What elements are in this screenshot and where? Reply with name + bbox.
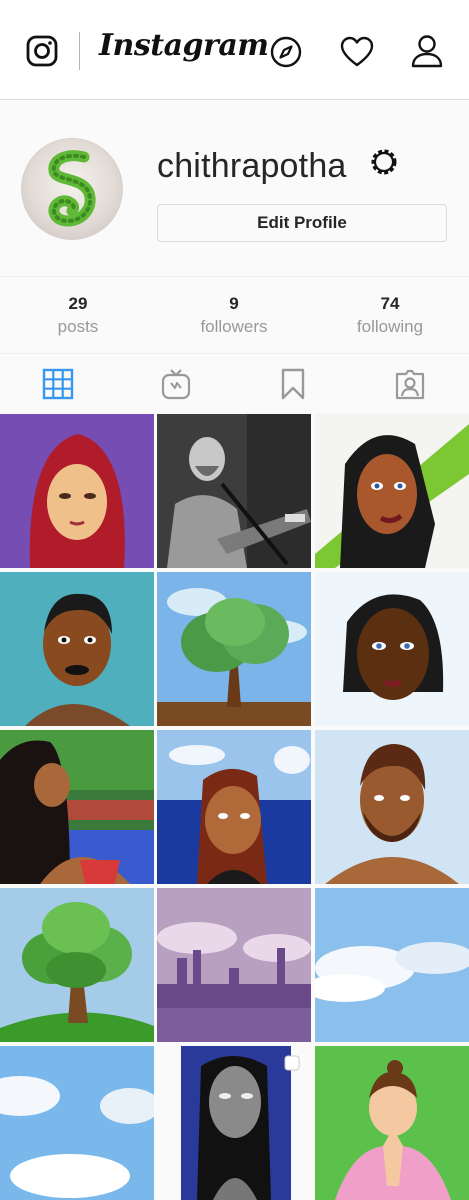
header-divider [79, 32, 80, 70]
stat-posts-count: 29 [68, 294, 88, 313]
post-thumbnail[interactable] [315, 414, 469, 568]
post-thumbnail[interactable] [315, 1046, 469, 1200]
post-image-woman-sea [157, 730, 311, 884]
profile-username: chithrapotha [157, 147, 347, 185]
instagram-logo[interactable]: Instagram [99, 28, 269, 63]
post-thumbnail[interactable] [157, 730, 311, 884]
grid-icon[interactable] [42, 368, 74, 400]
post-thumbnail[interactable] [0, 414, 154, 568]
post-thumbnail[interactable] [157, 888, 311, 1042]
saved-bookmark-icon[interactable] [277, 368, 309, 400]
activity-heart-icon[interactable] [340, 36, 374, 68]
stat-posts-label: posts [57, 317, 99, 336]
profile-header: chithrapotha Edit Profile [0, 101, 469, 276]
post-thumbnail[interactable] [0, 730, 154, 884]
post-image-clouds-blue [0, 1046, 154, 1200]
top-navigation-bar: Instagram [0, 0, 469, 100]
post-thumbnail[interactable] [315, 888, 469, 1042]
post-image-girl-praying [315, 1046, 469, 1200]
igtv-icon[interactable] [160, 368, 192, 400]
profile-stats: 29 posts 9 followers 74 following [0, 276, 469, 354]
post-thumbnail[interactable] [0, 888, 154, 1042]
stat-following-count: 74 [380, 294, 400, 313]
post-image-purple-skyline [157, 888, 311, 1042]
camera-icon[interactable] [26, 35, 58, 67]
post-thumbnail[interactable] [315, 572, 469, 726]
tagged-icon[interactable] [394, 368, 426, 400]
post-image-sky-clouds [315, 888, 469, 1042]
post-thumbnail[interactable] [157, 1046, 311, 1200]
post-image-portrait-green-stripe [315, 414, 469, 568]
post-thumbnail[interactable] [315, 730, 469, 884]
post-image-tree-sky [157, 572, 311, 726]
post-image-portrait-teal [0, 572, 154, 726]
stat-followers-label: followers [200, 317, 268, 336]
stat-following[interactable]: 74 following [315, 293, 465, 339]
post-image-bearded-man [315, 730, 469, 884]
post-thumbnail[interactable] [0, 1046, 154, 1200]
edit-profile-button[interactable]: Edit Profile [157, 204, 447, 242]
stat-following-label: following [356, 317, 424, 336]
post-image-guitarist-bw [157, 414, 311, 568]
post-image-portrait-red-hood [0, 414, 154, 568]
stat-posts[interactable]: 29 posts [3, 293, 153, 339]
avatar-image [48, 150, 96, 227]
post-image-portrait-white-bg [315, 572, 469, 726]
post-image-portrait-blue-bw [157, 1046, 311, 1200]
post-thumbnail[interactable] [0, 572, 154, 726]
post-image-woman-pool [0, 730, 154, 884]
post-image-green-tree [0, 888, 154, 1042]
profile-person-icon[interactable] [411, 34, 443, 68]
stat-followers[interactable]: 9 followers [159, 293, 309, 339]
stat-followers-count: 9 [229, 294, 239, 313]
post-thumbnail[interactable] [157, 414, 311, 568]
avatar[interactable] [21, 138, 123, 240]
gear-icon[interactable] [368, 146, 400, 178]
profile-tabs [0, 354, 469, 413]
post-thumbnail[interactable] [157, 572, 311, 726]
explore-compass-icon[interactable] [270, 36, 302, 68]
